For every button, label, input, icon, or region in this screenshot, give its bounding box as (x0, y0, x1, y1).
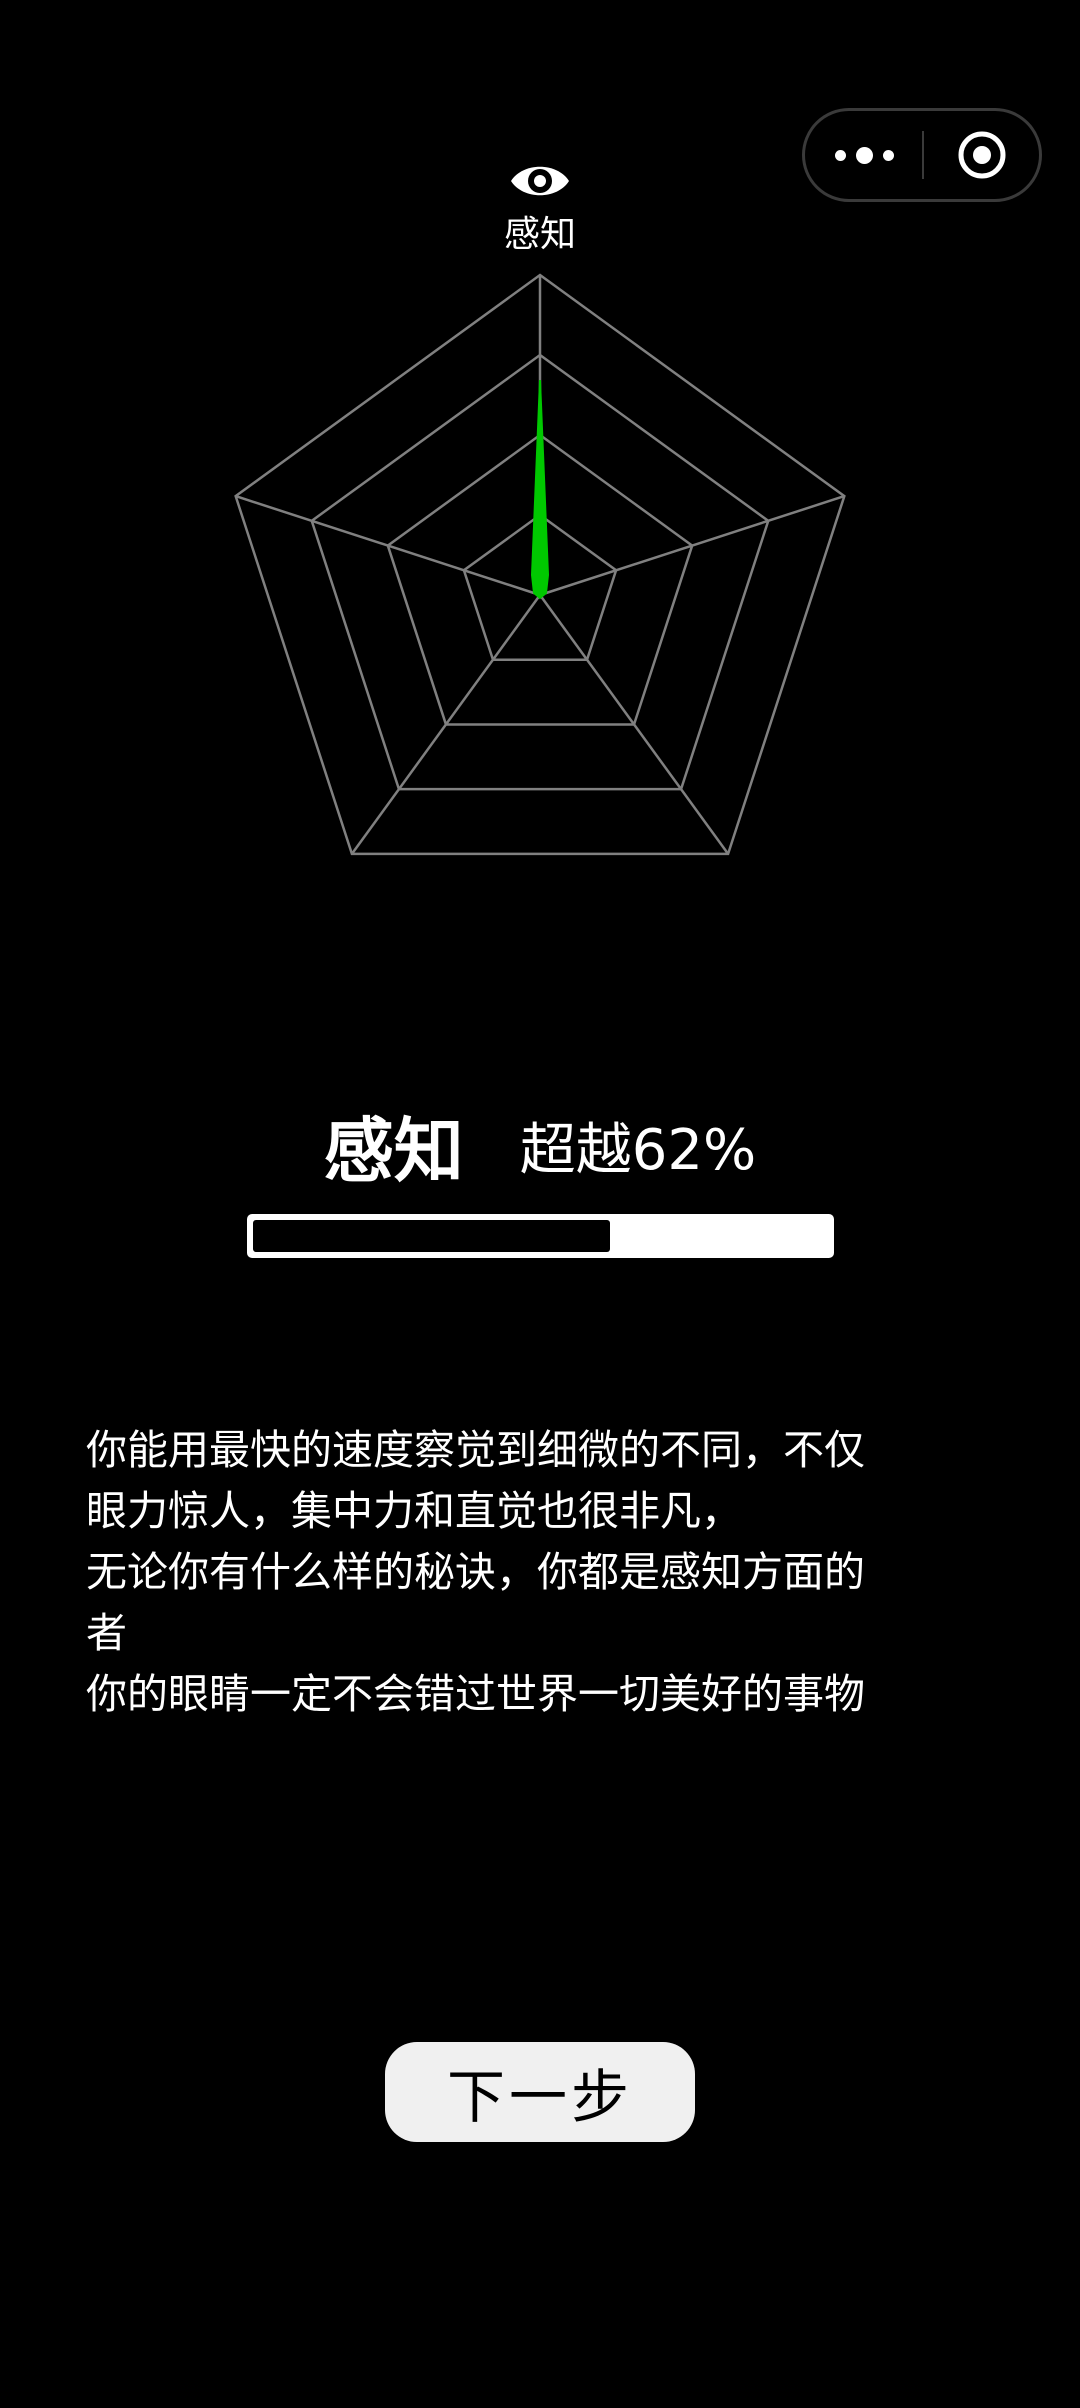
radar-spoke (235, 494, 541, 597)
result-heading: 感知 超越62% (0, 1095, 1080, 1196)
result-percentile: 超越62% (519, 1118, 757, 1183)
radar-value-polygon (530, 379, 550, 600)
description-line: 你能用最快的速度察觉到细微的不同，不仅 (86, 1426, 865, 1474)
result-description: 你能用最快的速度察觉到细微的不同，不仅 眼力惊人，集中力和直觉也很非凡， 无论你… (86, 1420, 1016, 1725)
next-step-button[interactable]: 下一步 (385, 2042, 695, 2142)
progress-fill (253, 1220, 610, 1252)
description-line: 者 (86, 1609, 127, 1657)
percentile-progress-bar (247, 1214, 834, 1258)
radar-chart (234, 273, 846, 856)
radar-spoke (539, 494, 845, 597)
result-category: 感知 (323, 1110, 464, 1192)
description-line: 眼力惊人，集中力和直觉也很非凡， (86, 1487, 742, 1535)
description-line: 无论你有什么样的秘诀，你都是感知方面的 (86, 1548, 865, 1596)
description-line: 你的眼睛一定不会错过世界一切美好的事物 (86, 1670, 865, 1718)
